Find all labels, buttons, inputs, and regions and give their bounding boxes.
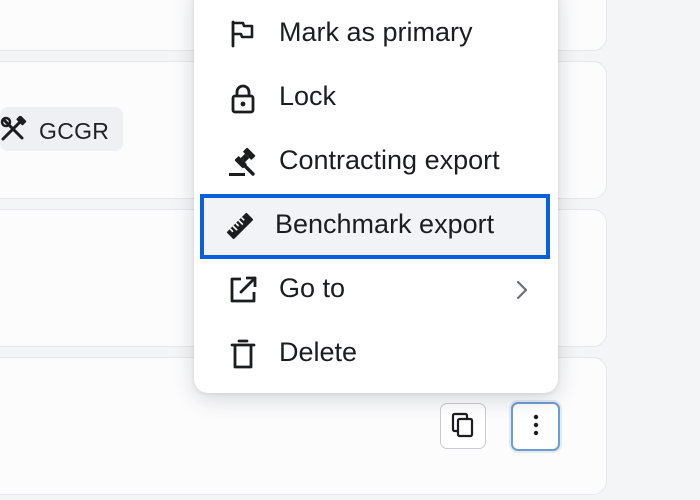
more-vertical-icon bbox=[532, 414, 540, 439]
menu-item-label: Contracting export bbox=[279, 145, 500, 175]
menu-item-label: Go to bbox=[279, 273, 346, 303]
lock-icon bbox=[227, 82, 259, 114]
menu-item-benchmark-export[interactable]: Benchmark export bbox=[194, 194, 558, 258]
menu-item-lock[interactable]: Lock bbox=[194, 64, 558, 128]
copy-button[interactable] bbox=[440, 403, 486, 449]
flag-icon bbox=[227, 18, 259, 50]
menu-item-delete[interactable]: Delete bbox=[194, 320, 558, 384]
more-options-button[interactable] bbox=[511, 402, 560, 451]
copy-icon bbox=[450, 412, 476, 441]
menu-item-label: Delete bbox=[279, 337, 358, 367]
trash-icon bbox=[227, 338, 259, 370]
menu-item-label: Lock bbox=[279, 81, 337, 111]
hammer-wrench-icon bbox=[0, 115, 28, 142]
menu-item-go-to[interactable]: Go to bbox=[194, 256, 558, 320]
gavel-icon bbox=[227, 146, 259, 178]
menu-item-label: Benchmark export bbox=[275, 209, 495, 239]
chevron-right-icon bbox=[514, 278, 530, 302]
menu-item-mark-primary[interactable]: Mark as primary bbox=[194, 0, 558, 64]
category-tag: GCGR bbox=[0, 107, 123, 151]
menu-item-label: Mark as primary bbox=[279, 17, 473, 47]
external-link-icon bbox=[227, 274, 259, 306]
ruler-icon bbox=[224, 210, 256, 242]
tag-label: GCGR bbox=[39, 118, 110, 144]
page-background-strip bbox=[608, 0, 700, 500]
menu-item-contracting-export[interactable]: Contracting export bbox=[194, 128, 558, 192]
